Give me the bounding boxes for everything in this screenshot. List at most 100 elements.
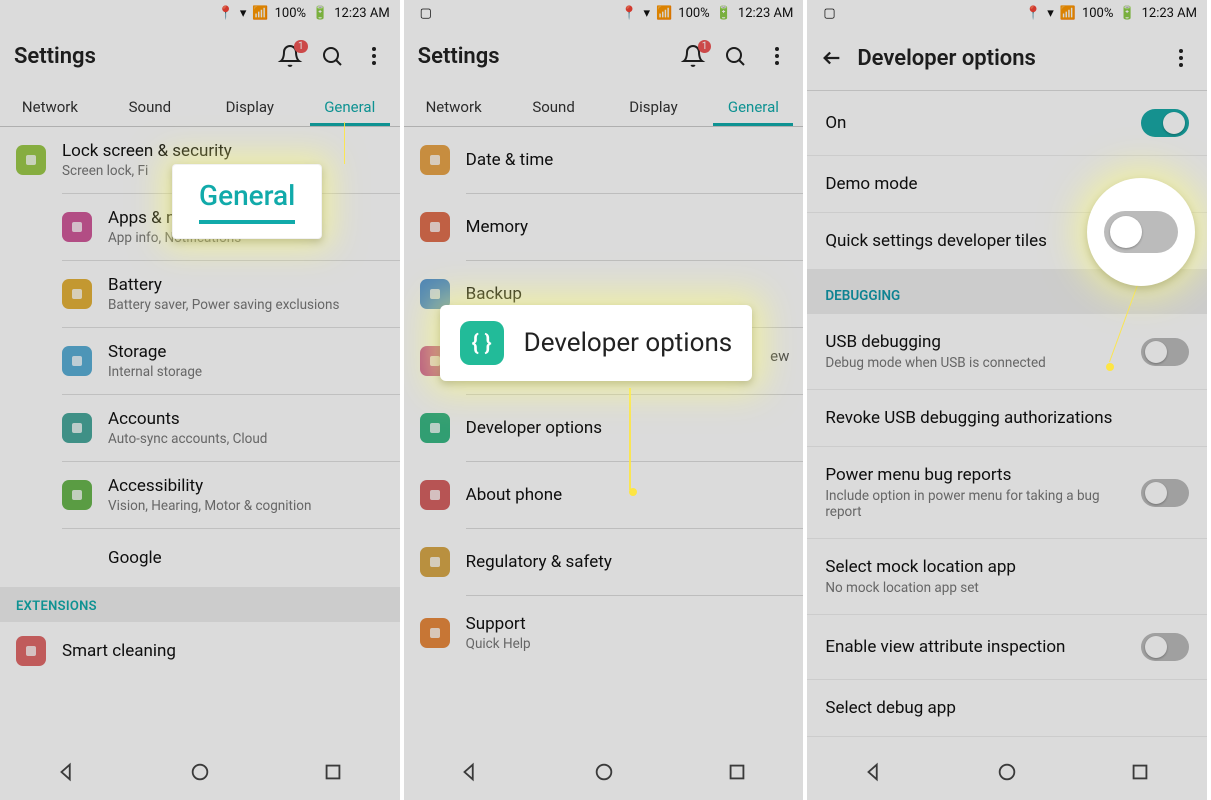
tab-display[interactable]: Display [604, 86, 704, 126]
screenshot-icon: ▢ [420, 6, 432, 21]
tabs: Network Sound Display General [404, 86, 804, 127]
tab-general[interactable]: General [703, 86, 803, 126]
nav-bar [404, 744, 804, 800]
dev-option-row[interactable]: Enable view attribute inspection [807, 615, 1207, 680]
dev-list-debug: USB debuggingDebug mode when USB is conn… [807, 314, 1207, 737]
item-title: Storage [108, 342, 202, 362]
item-sub: Vision, Hearing, Motor & cognition [108, 498, 311, 514]
phone-panel-2: ▢ 📍 ▾ 📶 100% 🔋 12:23 AM Settings 1 Netwo… [404, 0, 808, 800]
status-bar: 📍 ▾ 📶 100% 🔋 12:23 AM [0, 0, 400, 26]
dev-option-row[interactable]: Select debug app [807, 680, 1207, 737]
phone-panel-3: ▢ 📍 ▾ 📶 100% 🔋 12:23 AM Developer option… [807, 0, 1211, 800]
dev-header: Developer options [807, 26, 1207, 90]
battery-pct: 100% [678, 6, 709, 21]
item-sub: Battery saver, Power saving exclusions [108, 297, 339, 313]
settings-item[interactable]: Regulatory & safety [404, 529, 804, 595]
home-nav-icon[interactable] [189, 761, 211, 783]
nav-bar [807, 744, 1207, 800]
clock: 12:23 AM [334, 6, 389, 21]
screenshot-icon: ▢ [823, 6, 835, 21]
battery-icon: 🔋 [1119, 6, 1135, 21]
phone-panel-1: 📍 ▾ 📶 100% 🔋 12:23 AM Settings 1 Network… [0, 0, 404, 800]
notif-badge: 1 [698, 40, 712, 53]
battery-icon: 🔋 [716, 6, 732, 21]
tab-network[interactable]: Network [404, 86, 504, 126]
notifications-icon[interactable]: 1 [681, 44, 705, 68]
back-nav-icon[interactable] [863, 761, 885, 783]
item-title: Google [108, 548, 162, 568]
partial-text: ew [770, 347, 789, 365]
callout-dev-options: { } Developer options [440, 305, 753, 381]
usb-debug-toggle-enlarged [1104, 211, 1178, 253]
home-nav-icon[interactable] [996, 761, 1018, 783]
settings-header: Settings 1 [0, 26, 400, 86]
dev-option-row[interactable]: Revoke USB debugging authorizations [807, 390, 1207, 447]
tab-sound[interactable]: Sound [504, 86, 604, 126]
toggle-switch[interactable] [1141, 633, 1189, 661]
battery-icon: 🔋 [312, 6, 328, 21]
back-nav-icon[interactable] [56, 761, 78, 783]
tab-display[interactable]: Display [200, 86, 300, 126]
clock: 12:23 AM [1142, 6, 1197, 21]
toggle-switch[interactable] [1141, 338, 1189, 366]
battery-pct: 100% [1082, 6, 1113, 21]
settings-item[interactable]: Memory [404, 194, 804, 260]
dev-option-row[interactable]: Select mock location appNo mock location… [807, 539, 1207, 615]
settings-header: Settings 1 [404, 26, 804, 86]
back-nav-icon[interactable] [459, 761, 481, 783]
extension-item[interactable]: Smart cleaning [0, 622, 400, 680]
location-icon: 📍 [218, 6, 234, 21]
dev-option-row[interactable]: USB debuggingDebug mode when USB is conn… [807, 314, 1207, 390]
settings-item[interactable]: Google [62, 528, 400, 587]
toggle-switch[interactable] [1141, 479, 1189, 507]
ext-list: Smart cleaning [0, 622, 400, 680]
callout-toggle [1087, 178, 1195, 286]
more-icon[interactable] [765, 44, 789, 68]
recent-nav-icon[interactable] [1129, 761, 1151, 783]
signal-icon: 📶 [1060, 6, 1076, 21]
page-title: Developer options [857, 46, 1169, 71]
settings-item[interactable]: Date & time [404, 127, 804, 193]
tab-sound[interactable]: Sound [100, 86, 200, 126]
item-title: Battery [108, 275, 339, 295]
item-title: Accessibility [108, 476, 311, 496]
tab-network[interactable]: Network [0, 86, 100, 126]
item-title: Accounts [108, 409, 267, 429]
more-icon[interactable] [362, 44, 386, 68]
dev-option-row[interactable]: On [807, 91, 1207, 156]
settings-item[interactable]: Accessibility Vision, Hearing, Motor & co… [62, 461, 400, 528]
signal-icon: 📶 [656, 6, 672, 21]
settings-item[interactable]: About phone [404, 462, 804, 528]
tab-general[interactable]: General [300, 86, 400, 126]
status-bar: ▢ 📍 ▾ 📶 100% 🔋 12:23 AM [807, 0, 1207, 26]
settings-item[interactable]: Accounts Auto-sync accounts, Cloud [62, 394, 400, 461]
item-title: Lock screen & security [62, 141, 232, 161]
settings-item[interactable]: Storage Internal storage [62, 327, 400, 394]
search-icon[interactable] [723, 44, 747, 68]
recent-nav-icon[interactable] [726, 761, 748, 783]
search-icon[interactable] [320, 44, 344, 68]
settings-item[interactable]: Developer options [404, 395, 804, 461]
wifi-icon: ▾ [240, 6, 247, 21]
notif-badge: 1 [294, 40, 308, 53]
page-title: Settings [14, 44, 260, 69]
location-icon: 📍 [1025, 6, 1041, 21]
dev-options-icon: { } [460, 321, 504, 365]
back-icon[interactable] [821, 47, 843, 69]
battery-pct: 100% [275, 6, 306, 21]
settings-item[interactable]: SupportQuick Help [404, 596, 804, 670]
toggle-switch[interactable] [1141, 109, 1189, 137]
item-sub: Internal storage [108, 364, 202, 380]
settings-item[interactable]: Battery Battery saver, Power saving exclu… [62, 260, 400, 327]
notifications-icon[interactable]: 1 [278, 44, 302, 68]
wifi-icon: ▾ [1047, 6, 1054, 21]
clock: 12:23 AM [738, 6, 793, 21]
tabs: Network Sound Display General [0, 86, 400, 127]
item-sub: Auto-sync accounts, Cloud [108, 431, 267, 447]
recent-nav-icon[interactable] [322, 761, 344, 783]
dev-option-row[interactable]: Power menu bug reportsInclude option in … [807, 447, 1207, 539]
nav-bar [0, 744, 400, 800]
home-nav-icon[interactable] [593, 761, 615, 783]
callout-general: General [172, 164, 322, 239]
more-icon[interactable] [1169, 46, 1193, 70]
